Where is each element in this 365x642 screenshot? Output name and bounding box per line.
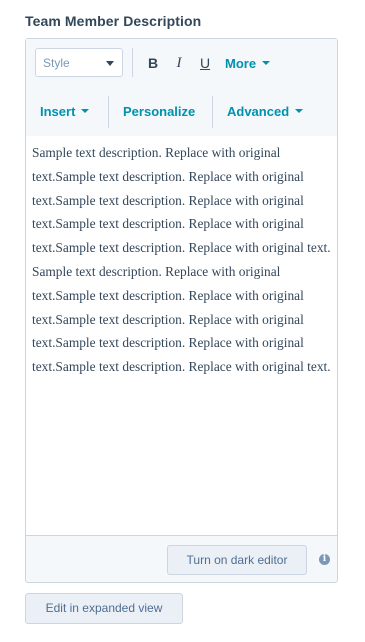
- editor-toolbar: Style B I U More Insert Personalize Adva…: [26, 39, 337, 137]
- info-icon[interactable]: i: [319, 554, 330, 565]
- italic-button[interactable]: I: [172, 55, 186, 71]
- advanced-menu-button[interactable]: Advanced: [227, 104, 304, 120]
- more-label: More: [225, 56, 257, 71]
- style-select-label: Style: [43, 56, 70, 70]
- expanded-view-button[interactable]: Edit in expanded view: [25, 593, 183, 624]
- toolbar-divider: [132, 48, 133, 77]
- insert-label: Insert: [40, 104, 76, 119]
- dark-editor-button[interactable]: Turn on dark editor: [167, 545, 307, 575]
- caret-down-icon: [295, 108, 304, 113]
- personalize-button[interactable]: Personalize: [123, 104, 195, 120]
- rich-text-editor: Style B I U More Insert Personalize Adva…: [25, 38, 338, 583]
- caret-down-icon: [81, 108, 90, 113]
- editor-content-area[interactable]: Sample text description. Replace with or…: [26, 136, 337, 536]
- insert-menu-button[interactable]: Insert: [40, 104, 90, 120]
- chevron-down-icon: [106, 61, 114, 66]
- style-select[interactable]: Style: [35, 48, 123, 77]
- field-label: Team Member Description: [25, 13, 202, 29]
- toolbar-divider: [108, 96, 109, 128]
- toolbar-divider: [212, 96, 213, 128]
- caret-down-icon: [262, 60, 271, 65]
- bold-button[interactable]: B: [146, 55, 160, 71]
- more-menu-button[interactable]: More: [225, 56, 271, 72]
- underline-button[interactable]: U: [198, 55, 212, 71]
- advanced-label: Advanced: [227, 104, 290, 119]
- editor-footer: Turn on dark editor i: [26, 536, 337, 582]
